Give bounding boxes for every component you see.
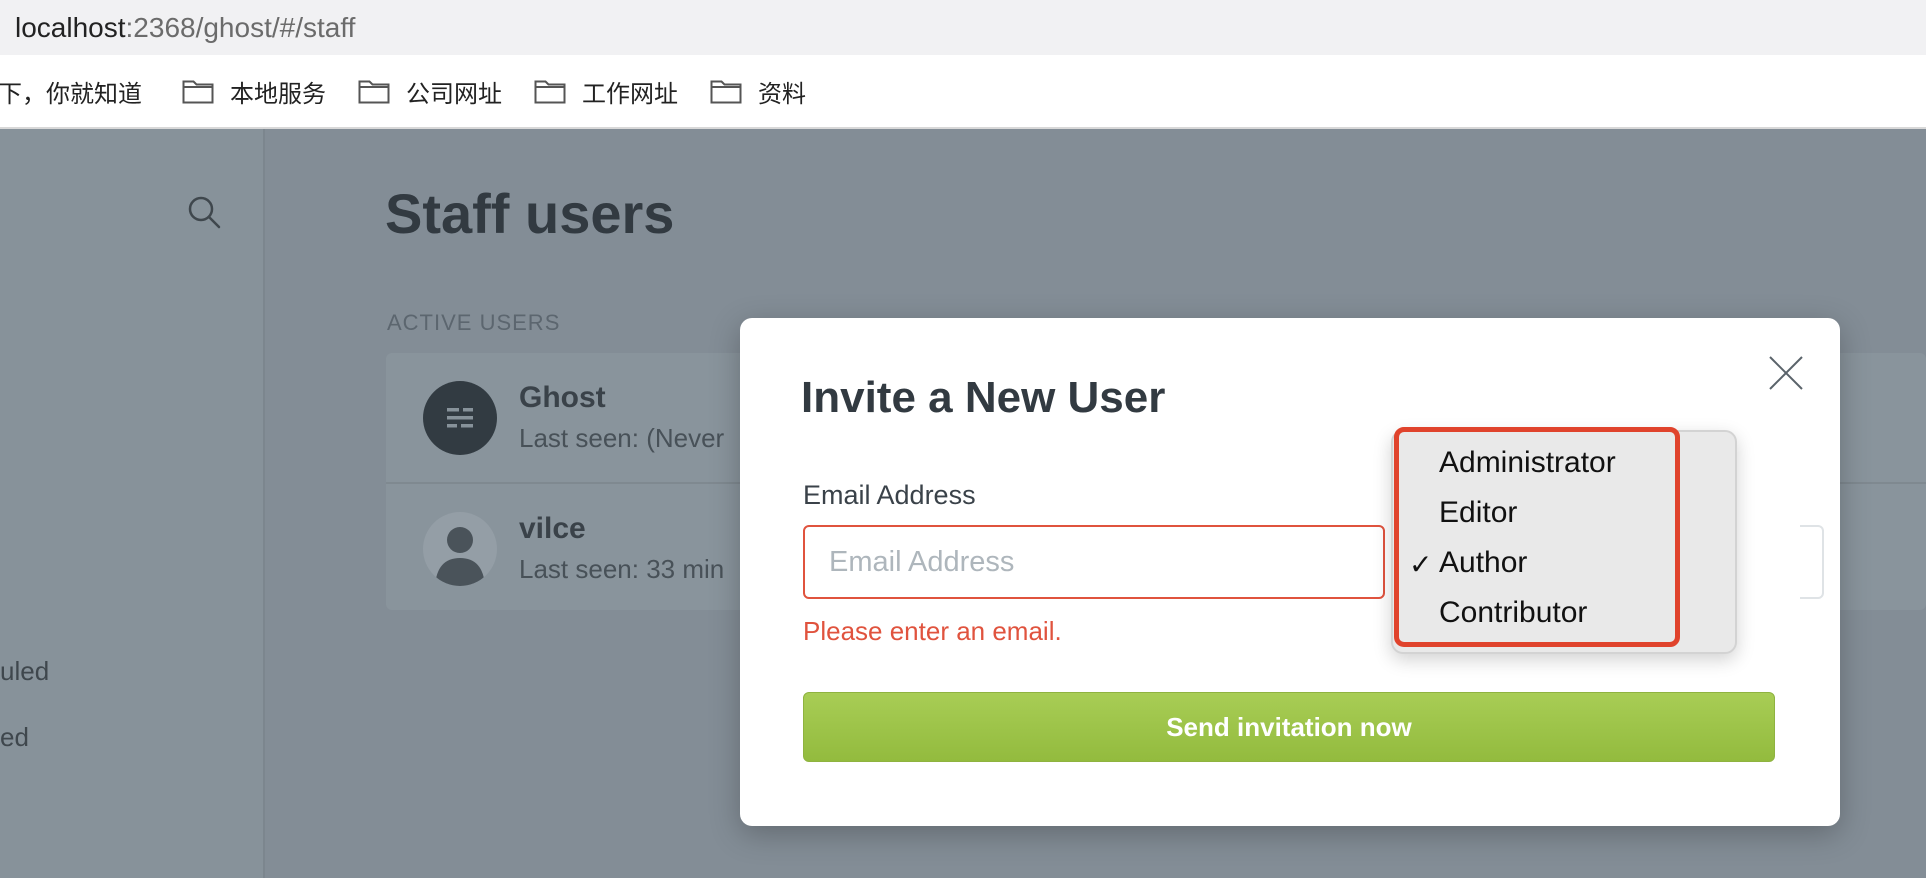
user-placeholder-icon: [435, 527, 485, 586]
bookmark-label: 工作网址: [582, 80, 678, 108]
user-last-seen: Last seen: 33 min: [519, 554, 725, 584]
folder-icon: [534, 80, 566, 104]
modal-title: Invite a New User: [801, 373, 1166, 422]
bookmark-folder-work[interactable]: 工作网址: [534, 75, 678, 108]
avatar: [423, 512, 497, 586]
sidebar-item-published[interactable]: ed: [0, 722, 29, 753]
email-field[interactable]: [803, 525, 1385, 599]
url-text[interactable]: localhost:2368/ghost/#/staff: [15, 12, 355, 44]
sidebar-item-scheduled[interactable]: uled: [0, 656, 49, 687]
url-bar[interactable]: localhost:2368/ghost/#/staff: [0, 0, 1926, 55]
send-invitation-button[interactable]: Send invitation now: [803, 692, 1775, 762]
bookmark-label: 公司网址: [406, 80, 502, 108]
ghost-logo-icon: [447, 408, 473, 428]
url-host: localhost: [15, 12, 126, 43]
avatar: [423, 381, 497, 455]
folder-icon: [710, 80, 742, 104]
user-last-seen: Last seen: (Never: [519, 423, 725, 453]
page-title: Staff users: [385, 182, 675, 245]
role-select[interactable]: [1800, 525, 1824, 599]
folder-icon: [182, 80, 214, 104]
bookmark-label: 下，你就知道: [0, 80, 142, 108]
bookmark-folder-local[interactable]: 本地服务: [182, 75, 326, 108]
search-icon[interactable]: [186, 194, 222, 230]
folder-icon: [358, 80, 390, 104]
bookmark-label: 资料: [758, 80, 806, 108]
user-name: vilce: [519, 512, 586, 545]
bookmark-item-0[interactable]: 下，你就知道: [0, 75, 142, 108]
url-path: :2368/ghost/#/staff: [125, 12, 356, 43]
user-name: Ghost: [519, 381, 606, 414]
close-icon[interactable]: [1768, 355, 1804, 391]
sidebar: uled ed: [0, 129, 265, 878]
bookmark-folder-company[interactable]: 公司网址: [358, 75, 502, 108]
email-error-message: Please enter an email.: [803, 616, 1062, 646]
bookmark-folder-materials[interactable]: 资料: [710, 75, 806, 108]
section-label: ACTIVE USERS: [387, 310, 561, 335]
bookmarks-bar: 下，你就知道 本地服务 公司网址 工作网址 资料: [0, 55, 1926, 129]
highlight-box: [1394, 427, 1680, 647]
email-label: Email Address: [803, 480, 976, 510]
bookmark-label: 本地服务: [230, 80, 326, 108]
